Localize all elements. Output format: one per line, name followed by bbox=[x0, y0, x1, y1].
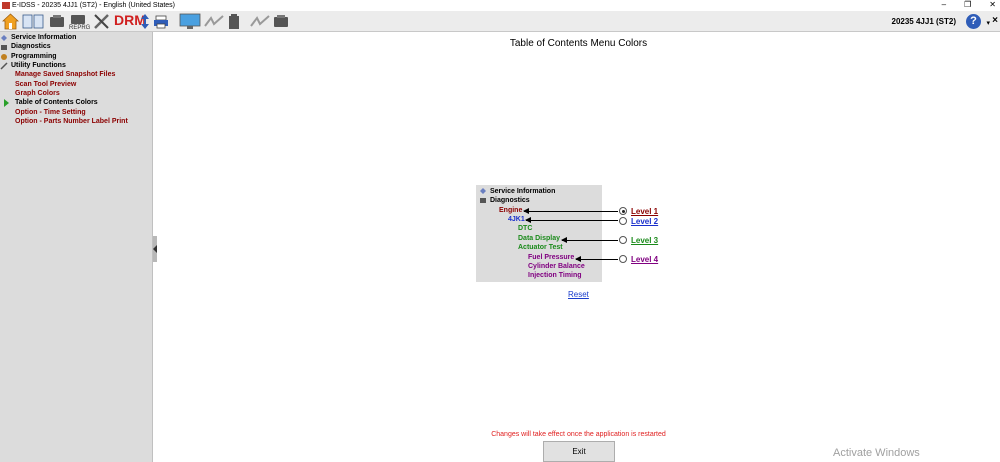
preview-level3-item: Data Display bbox=[518, 235, 561, 242]
sidebar-item-utility-functions[interactable]: Utility Functions bbox=[0, 61, 66, 70]
programming-icon bbox=[1, 53, 7, 60]
engine-icon[interactable] bbox=[48, 13, 66, 30]
battery-icon[interactable] bbox=[228, 13, 240, 30]
sidebar-item-label: Service Information bbox=[11, 34, 77, 41]
level3-arrow bbox=[561, 237, 618, 243]
preview-level3-item: DTC bbox=[518, 225, 533, 232]
sidebar-item-parts-label-print[interactable]: Option - Parts Number Label Print bbox=[15, 117, 128, 126]
exit-button[interactable]: Exit bbox=[543, 441, 615, 462]
preview-label: Service Information bbox=[490, 187, 556, 195]
level4-radio[interactable] bbox=[619, 255, 627, 263]
help-button[interactable]: ? bbox=[966, 14, 981, 29]
svg-text:REPRG: REPRG bbox=[69, 25, 90, 30]
level3-radio[interactable] bbox=[619, 236, 627, 244]
sidebar-item-programming[interactable]: Programming bbox=[0, 52, 57, 61]
service-info-icon bbox=[1, 34, 7, 41]
signal-icon[interactable] bbox=[250, 13, 270, 30]
sidebar-item-label: Option - Time Setting bbox=[15, 109, 86, 116]
lightning-icon[interactable] bbox=[204, 13, 224, 30]
printer-icon[interactable] bbox=[153, 13, 169, 30]
level2-link[interactable]: Level 2 bbox=[631, 217, 658, 226]
restore-button[interactable]: ❐ bbox=[964, 0, 971, 11]
sidebar-item-time-setting[interactable]: Option - Time Setting bbox=[15, 108, 86, 117]
toc-color-preview: Service Information Diagnostics Engine 4… bbox=[476, 185, 602, 282]
level2-radio[interactable] bbox=[619, 217, 627, 225]
sidebar-item-label: Manage Saved Snapshot Files bbox=[15, 71, 116, 78]
sort-icon[interactable] bbox=[140, 13, 150, 30]
app-icon bbox=[2, 2, 10, 9]
window-title: E-IDSS - 20235 4JJ1 (ST2) - English (Uni… bbox=[12, 2, 176, 9]
reprog-icon[interactable]: REPRG bbox=[68, 13, 90, 30]
close-window-button[interactable]: ✕ bbox=[989, 0, 996, 11]
sidebar-item-label: Table of Contents Colors bbox=[15, 99, 98, 106]
sidebar-item-label: Diagnostics bbox=[11, 43, 51, 50]
diagnostics-icon bbox=[480, 198, 486, 203]
activate-windows-watermark: Activate Windows bbox=[833, 447, 920, 459]
preview-label: Diagnostics bbox=[490, 196, 530, 204]
preview-service-information: Service Information bbox=[479, 187, 555, 195]
vehicle-label: 20235 4JJ1 (ST2) bbox=[891, 17, 957, 26]
monitor-icon[interactable] bbox=[179, 13, 201, 30]
help-menu-arrow[interactable]: ▾ bbox=[986, 19, 990, 27]
preview-level4-item: Cylinder Balance bbox=[528, 263, 585, 270]
sidebar-item-manage-snapshots[interactable]: Manage Saved Snapshot Files bbox=[15, 70, 115, 79]
tools-icon[interactable] bbox=[93, 13, 111, 30]
sidebar-item-graph-colors[interactable]: Graph Colors bbox=[15, 89, 60, 98]
preview-level1-item: Engine bbox=[499, 207, 523, 214]
sidebar-item-label: Scan Tool Preview bbox=[15, 81, 77, 88]
page-title: Table of Contents Menu Colors bbox=[509, 38, 648, 49]
utility-icon bbox=[0, 61, 8, 70]
sidebar-item-label: Utility Functions bbox=[11, 62, 66, 69]
reset-link[interactable]: Reset bbox=[568, 290, 589, 299]
level4-link[interactable]: Level 4 bbox=[631, 255, 658, 264]
sidebar-collapse-handle[interactable] bbox=[153, 236, 157, 262]
sidebar-item-label: Option - Parts Number Label Print bbox=[15, 118, 128, 125]
service-info-icon bbox=[480, 188, 486, 194]
minimize-button[interactable]: – bbox=[942, 0, 946, 11]
preview-diagnostics: Diagnostics bbox=[479, 196, 530, 204]
title-bar: E-IDSS - 20235 4JJ1 (ST2) - English (Uni… bbox=[0, 0, 1000, 11]
level3-link[interactable]: Level 3 bbox=[631, 236, 658, 245]
toolbar: REPRG DRM 20235 4JJ1 (ST2) ? ▾ × bbox=[0, 11, 1000, 32]
level4-arrow bbox=[575, 256, 618, 262]
vehicle-icon[interactable] bbox=[272, 13, 290, 30]
level1-link[interactable]: Level 1 bbox=[631, 207, 658, 216]
restart-notice: Changes will take effect once the applic… bbox=[491, 431, 666, 438]
sidebar-item-label: Programming bbox=[11, 53, 57, 60]
diagnostics-icon bbox=[1, 44, 7, 50]
close-session-button[interactable]: × bbox=[992, 15, 998, 26]
selected-arrow-icon bbox=[4, 99, 9, 107]
preview-level3-item: Actuator Test bbox=[518, 244, 563, 251]
sidebar-item-diagnostics[interactable]: Diagnostics bbox=[0, 42, 51, 51]
level1-radio[interactable] bbox=[619, 207, 627, 215]
preview-level4-item: Fuel Pressure bbox=[528, 254, 575, 261]
preview-level4-item: Injection Timing bbox=[528, 272, 582, 279]
sidebar-item-scan-tool-preview[interactable]: Scan Tool Preview bbox=[15, 80, 76, 89]
sidebar-item-label: Graph Colors bbox=[15, 90, 60, 97]
sidebar-item-service-information[interactable]: Service Information bbox=[0, 33, 76, 42]
level2-arrow bbox=[525, 217, 618, 223]
sidebar-item-toc-colors[interactable]: Table of Contents Colors bbox=[15, 98, 98, 107]
home-icon[interactable] bbox=[2, 13, 19, 30]
sidebar: Service Information Diagnostics Programm… bbox=[0, 32, 153, 462]
window-controls: – ❐ ✕ bbox=[942, 0, 996, 11]
preview-level2-item: 4JK1 bbox=[508, 216, 525, 223]
level1-arrow bbox=[523, 208, 618, 214]
book-icon[interactable] bbox=[22, 13, 44, 30]
